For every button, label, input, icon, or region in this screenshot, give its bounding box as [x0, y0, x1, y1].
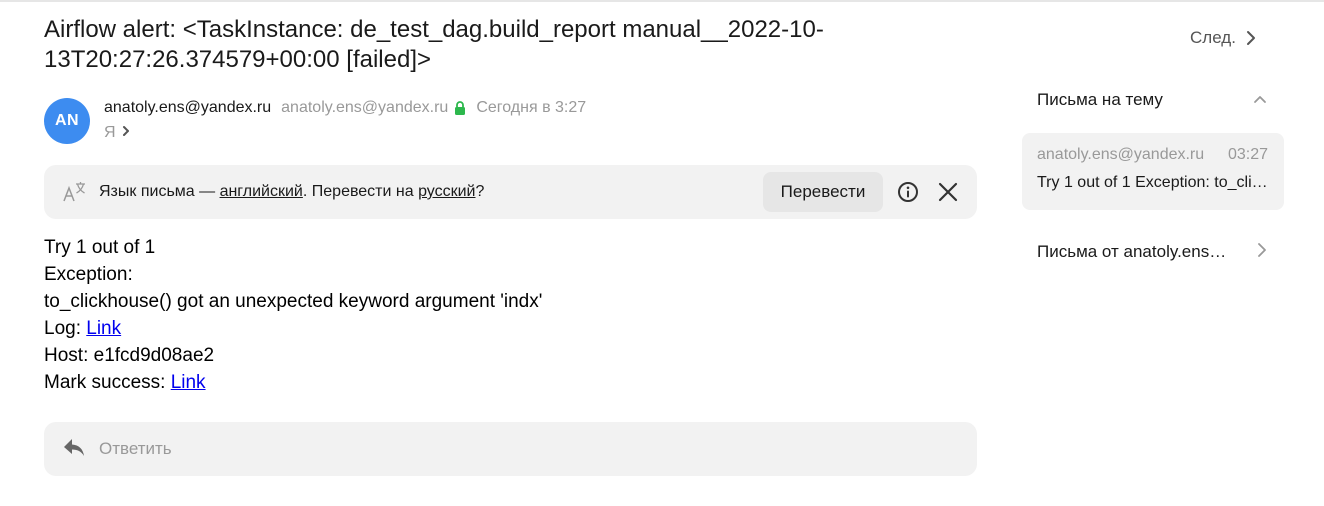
chevron-right-icon [1257, 242, 1267, 263]
log-label: Log: [44, 318, 87, 339]
translate-button[interactable]: Перевести [763, 172, 883, 212]
translate-middle: . Перевести на [302, 183, 419, 200]
body-line-error: to_clickhouse() got an unexpected keywor… [44, 291, 543, 312]
source-language-link[interactable]: английский [220, 183, 303, 200]
email-body: Try 1 out of 1 Exception: to_clickhouse(… [44, 234, 542, 396]
body-line-mark-success: Mark success: Link [44, 369, 542, 396]
info-icon[interactable] [897, 181, 919, 208]
reply-icon [63, 438, 85, 463]
thread-item-time: 03:27 [1228, 146, 1269, 163]
reply-placeholder: Ответить [99, 439, 172, 458]
log-link[interactable]: Link [86, 318, 121, 339]
reply-box[interactable]: Ответить [44, 422, 977, 476]
mark-success-label: Mark success: [44, 372, 171, 393]
emails-from-sender-link[interactable]: Письма от anatoly.ens@yandex.ru [1037, 241, 1267, 263]
body-line-host: Host: e1fcd9d08ae2 [44, 345, 215, 366]
chevron-up-icon [1253, 91, 1267, 109]
translate-suffix: ? [475, 183, 485, 200]
thread-item[interactable]: anatoly.ens@yandex.ru 03:27 Try 1 out of… [1022, 133, 1284, 210]
body-line-exception: Exception: [44, 264, 133, 285]
translate-message: Язык письма — английский. Перевести на р… [99, 181, 484, 203]
top-divider [0, 0, 1324, 2]
body-line-try: Try 1 out of 1 [44, 237, 156, 258]
recipient-label: Я [104, 124, 116, 141]
translate-icon [63, 181, 87, 208]
next-email-button[interactable]: След. [1190, 24, 1256, 52]
emails-from-sender-label: Письма от anatoly.ens@yandex.ru [1037, 242, 1232, 261]
sender-email[interactable]: anatoly.ens@yandex.ru [281, 99, 448, 117]
email-date: Сегодня в 3:27 [476, 99, 587, 116]
body-line-log: Log: Link [44, 315, 542, 342]
chevron-right-icon [122, 124, 130, 142]
translate-prefix: Язык письма — [99, 183, 220, 200]
thread-section-header[interactable]: Письма на тему [1037, 89, 1267, 111]
mark-success-link[interactable]: Link [171, 372, 206, 393]
thread-item-sender: anatoly.ens@yandex.ru [1037, 146, 1205, 163]
thread-section-title: Письма на тему [1037, 90, 1163, 109]
target-language-link[interactable]: русский [418, 183, 475, 200]
next-label: След. [1190, 28, 1236, 47]
sender-row: anatoly.ens@yandex.ru anatoly.ens@yandex… [104, 97, 586, 119]
sender-avatar[interactable]: AN [44, 98, 90, 144]
avatar-initials: AN [54, 112, 80, 129]
thread-item-snippet: Try 1 out of 1 Exception: to_clickhouse(… [1037, 174, 1269, 191]
chevron-right-icon [1246, 30, 1256, 46]
sender-name[interactable]: anatoly.ens@yandex.ru [104, 99, 271, 117]
recipient-row[interactable]: Я [104, 122, 130, 144]
lock-icon [454, 101, 466, 115]
email-subject: Airflow alert: <TaskInstance: de_test_da… [44, 16, 824, 73]
close-icon[interactable] [937, 181, 959, 208]
translate-bar: Язык письма — английский. Перевести на р… [44, 165, 977, 219]
